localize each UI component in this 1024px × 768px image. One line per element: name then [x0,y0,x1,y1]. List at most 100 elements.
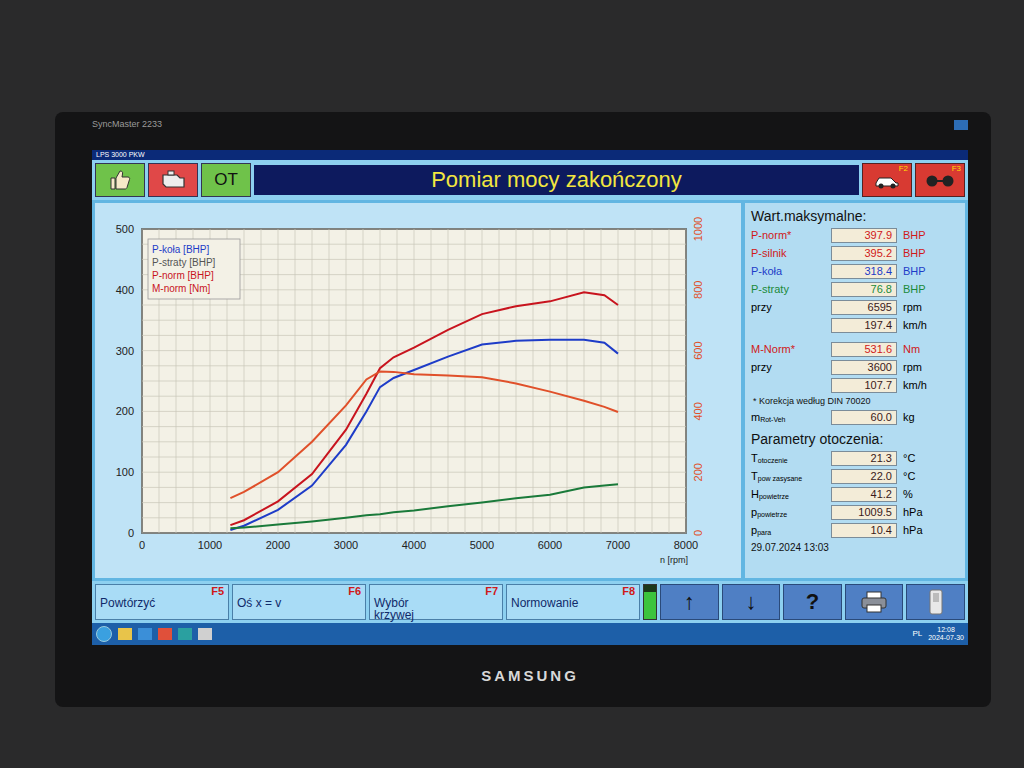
toolbar-button[interactable] [95,163,145,197]
function-button[interactable]: F8Normowanie [506,584,640,620]
value-box: 318.4 [831,264,897,279]
value-unit: BHP [903,283,959,296]
grid-line [142,486,686,487]
value-box: 60.0 [831,410,897,425]
value-label: ppowietrze [751,506,825,519]
value-row: P-straty76.8BHP [751,281,959,297]
monitor: SyncMaster 2233LPS 3000 PKWOTPomiar mocy… [55,112,991,707]
nav-button[interactable]: ↓ [722,584,781,620]
legend-item: P-koła [BHP] [152,244,209,255]
value-unit: BHP [903,265,959,278]
value-box: 1009.5 [831,505,897,520]
value-row: 197.4km/h [751,317,959,333]
toolbar-button[interactable]: OT [201,163,251,197]
x-tick: 1000 [198,539,222,551]
page: SyncMaster 2233LPS 3000 PKWOTPomiar mocy… [0,0,1024,768]
function-button-label: Normowanie [511,597,635,609]
function-key-button[interactable]: F3 [915,163,965,197]
nav-button[interactable] [845,584,904,620]
monitor-brand: SAMSUNG [481,665,579,688]
function-button-label: Wybór krzywej [374,597,498,621]
correction-note: * Korekcja według DIN 70020 [751,395,959,407]
value-box: 41.2 [831,487,897,502]
x-tick: 0 [139,539,145,551]
function-key: F3 [952,164,961,173]
grid-line [142,365,686,366]
value-row: M-Norm*531.6Nm [751,341,959,357]
value-box: 21.3 [831,451,897,466]
x-tick: 6000 [538,539,562,551]
grid-line [142,395,686,396]
start-button[interactable] [96,626,112,642]
y-left-tick: 400 [116,283,134,295]
toolbar: OT Pomiar mocy zakończony F2 F3 [92,160,968,200]
nav-glyph: ↓ [745,590,756,614]
value-box: 397.9 [831,228,897,243]
taskbar-app-icon[interactable] [178,628,192,640]
y-right-tick: 200 [692,463,704,481]
function-button[interactable]: F5Powtórzyć [95,584,229,620]
value-unit: rpm [903,361,959,374]
function-button-key: F8 [622,585,635,597]
taskbar-app-icon[interactable] [158,628,172,640]
value-unit: Nm [903,343,959,356]
value-box: 10.4 [831,523,897,538]
value-label: przy [751,301,825,314]
value-box: 6595 [831,300,897,315]
value-unit: hPa [903,506,959,519]
nav-button[interactable]: ↑ [660,584,719,620]
value-row: P-koła 318.4 BHP [751,263,959,279]
grid-line [142,517,686,518]
y-right-tick: 0 [692,529,704,535]
function-button-key: F6 [348,585,361,597]
function-button[interactable]: F6Oś x = v [232,584,366,620]
spacer [751,335,959,339]
value-unit: rpm [903,301,959,314]
switch-icon [928,589,944,615]
engine-icon [159,169,187,191]
value-row: Hpowietrze41.2% [751,486,959,502]
value-row: ppara10.4hPa [751,522,959,538]
value-label: mRot-Veh [751,411,825,424]
status-text: Pomiar mocy zakończony [431,167,682,193]
x-tick: 3000 [334,539,358,551]
energy-star-logo [954,120,968,130]
y-left-tick: 200 [116,405,134,417]
y-right-tick: 800 [692,280,704,298]
measurement-date: 29.07.2024 13:03 [751,542,959,554]
y-right-tick: 1000 [692,216,704,240]
value-unit: km/h [903,379,959,392]
taskbar-app-icon[interactable] [138,628,152,640]
function-button[interactable]: F7Wybór krzywej [369,584,503,620]
wheels-icon [926,173,954,189]
y-left-tick: 0 [128,527,134,539]
taskbar-app-icon[interactable] [198,628,212,640]
taskbar: PL 12:082024-07-30 [92,623,968,645]
value-unit: km/h [903,319,959,332]
nav-glyph: ? [806,590,819,614]
value-row: ppowietrze 1009.5 hPa [751,504,959,520]
app-title: LPS 3000 PKW [96,151,145,159]
value-unit: BHP [903,247,959,260]
value-label: P-koła [751,265,825,278]
y-left-tick: 500 [116,223,134,235]
clock-time: 12:08 [937,626,955,634]
taskbar-app-icon[interactable] [118,628,132,640]
value-row: 107.7km/h [751,377,959,393]
monitor-bottom-bezel: SAMSUNG [92,645,968,707]
nav-button[interactable] [906,584,965,620]
language-indicator[interactable]: PL [912,628,922,640]
clock[interactable]: 12:082024-07-30 [928,626,964,642]
function-key-button[interactable]: F2 [862,163,912,197]
value-unit: kg [903,411,959,424]
value-box: 395.2 [831,246,897,261]
toolbar-button[interactable] [148,163,198,197]
car-icon [874,173,900,189]
level-indicator-fill [644,592,656,619]
value-label: P-silnik [751,247,825,260]
grid-line [142,426,686,427]
nav-button[interactable]: ? [783,584,842,620]
grid-line [142,502,686,503]
environment-title: Parametry otoczenia: [751,430,959,448]
function-button-label: Powtórzyć [100,597,224,609]
